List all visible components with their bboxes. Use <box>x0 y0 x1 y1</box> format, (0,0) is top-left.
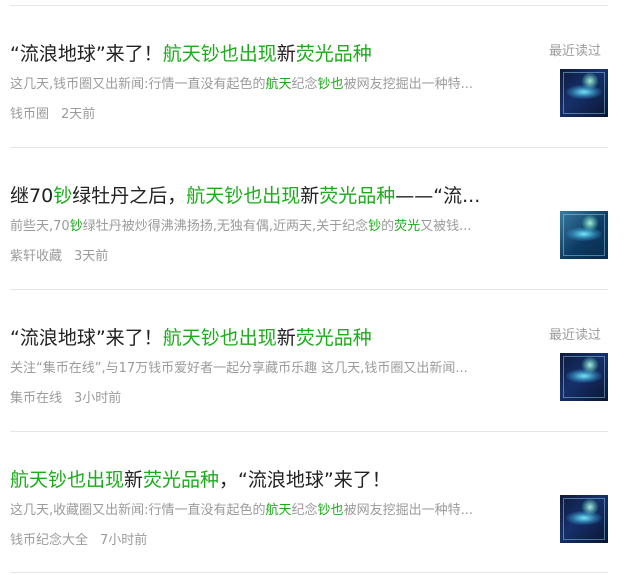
highlighted-keyword: 钞也 <box>317 503 344 518</box>
article-meta: 钱币圈 2天前 <box>10 106 95 124</box>
text-segment: 被网友挖掘出一种特... <box>343 77 473 92</box>
publish-time: 3天前 <box>74 249 109 264</box>
article-thumbnail-image[interactable] <box>560 353 608 401</box>
highlighted-keyword: 钞 <box>368 219 382 234</box>
article-item-3[interactable]: “流浪地球”来了！航天钞也出现新荧光品种 最近读过 关注“集币在线”,与17万钱… <box>0 289 636 429</box>
highlighted-keyword: 荧光品种 <box>319 185 396 207</box>
highlighted-keyword: 航天 <box>265 77 292 92</box>
text-segment: 新 <box>276 327 296 349</box>
highlighted-keyword: 航天钞也出现 <box>186 185 301 207</box>
publish-time: 2天前 <box>61 107 96 122</box>
highlighted-keyword: 钞 <box>53 185 73 207</box>
source-name: 集币在线 <box>10 391 63 406</box>
article-title[interactable]: “流浪地球”来了！航天钞也出现新荧光品种 <box>10 39 530 69</box>
highlighted-keyword: 航天钞也出现 <box>10 469 125 491</box>
divider <box>10 572 608 573</box>
article-title[interactable]: “流浪地球”来了！航天钞也出现新荧光品种 <box>10 323 530 353</box>
recently-read-label: 最近读过 <box>549 44 602 59</box>
article-title[interactable]: 航天钞也出现新荧光品种，“流浪地球”来了！ <box>10 465 530 495</box>
text-segment: ，“流浪地球”来了！ <box>219 469 391 491</box>
text-segment: 绿牡丹之后， <box>72 185 187 207</box>
highlighted-keyword: 航天 <box>265 503 292 518</box>
text-segment: 关注“集币在线”,与17万钱币爱好者一起分享藏币乐趣 这几天,钱币圈又出新闻..… <box>10 361 468 376</box>
text-segment: “流浪地球”来了！ <box>10 43 163 65</box>
search-results-list: “流浪地球”来了！航天钞也出现新荧光品种 最近读过 这几天,钱币圈又出新闻:行情… <box>0 0 636 575</box>
text-segment: 纪念 <box>291 503 318 518</box>
text-segment: 继70 <box>10 185 54 207</box>
article-thumbnail-image[interactable] <box>560 211 608 259</box>
article-snippet: 这几天,钱币圈又出新闻:行情一直没有起色的航天纪念钞也被网友挖掘出一种特... <box>10 75 542 95</box>
publish-time: 3小时前 <box>74 391 122 406</box>
source-name: 钱币圈 <box>10 107 50 122</box>
highlighted-keyword: 荧光品种 <box>143 469 220 491</box>
article-item-4[interactable]: 航天钞也出现新荧光品种，“流浪地球”来了！ 这几天,收藏圈又出新闻:行情一直没有… <box>0 431 636 571</box>
highlighted-keyword: 钞 <box>69 219 83 234</box>
recently-read-label: 最近读过 <box>549 328 602 343</box>
article-item-1[interactable]: “流浪地球”来了！航天钞也出现新荧光品种 最近读过 这几天,钱币圈又出新闻:行情… <box>0 5 636 145</box>
highlighted-keyword: 航天钞也出现 <box>162 327 277 349</box>
text-segment: 绿牡丹被炒得沸沸扬扬,无独有偶,近两天,关于纪念 <box>82 219 369 234</box>
article-snippet: 关注“集币在线”,与17万钱币爱好者一起分享藏币乐趣 这几天,钱币圈又出新闻..… <box>10 359 542 379</box>
article-title[interactable]: 继70钞绿牡丹之后，航天钞也出现新荧光品种——“流... <box>10 181 530 211</box>
article-thumbnail-image[interactable] <box>560 69 608 117</box>
text-segment: 新 <box>300 185 320 207</box>
text-segment: “流浪地球”来了！ <box>10 327 163 349</box>
text-segment: 前些天,70 <box>10 219 70 234</box>
article-meta: 钱币纪念大全 7小时前 <box>10 532 147 550</box>
publish-time: 7小时前 <box>100 533 148 548</box>
article-meta: 紫轩收藏 3天前 <box>10 248 108 266</box>
source-name: 紫轩收藏 <box>10 249 63 264</box>
text-segment: 这几天,钱币圈又出新闻:行情一直没有起色的 <box>10 77 266 92</box>
text-segment: 新 <box>276 43 296 65</box>
highlighted-keyword: 荧光品种 <box>295 327 372 349</box>
text-segment: ——“流... <box>395 185 481 207</box>
article-snippet: 这几天,收藏圈又出新闻:行情一直没有起色的航天纪念钞也被网友挖掘出一种特... <box>10 501 542 521</box>
article-meta: 集币在线 3小时前 <box>10 390 121 408</box>
highlighted-keyword: 荧光 <box>394 219 421 234</box>
highlighted-keyword: 钞也 <box>317 77 344 92</box>
article-item-2[interactable]: 继70钞绿牡丹之后，航天钞也出现新荧光品种——“流... 前些天,70钞绿牡丹被… <box>0 147 636 287</box>
text-segment: 被网友挖掘出一种特... <box>343 503 473 518</box>
text-segment: 的 <box>381 219 395 234</box>
highlighted-keyword: 荧光品种 <box>295 43 372 65</box>
article-snippet: 前些天,70钞绿牡丹被炒得沸沸扬扬,无独有偶,近两天,关于纪念钞的荧光又被钱..… <box>10 217 542 237</box>
text-segment: 纪念 <box>291 77 318 92</box>
source-name: 钱币纪念大全 <box>10 533 89 548</box>
text-segment: 新 <box>124 469 144 491</box>
text-segment: 又被钱... <box>420 219 472 234</box>
article-thumbnail-image[interactable] <box>560 495 608 543</box>
highlighted-keyword: 航天钞也出现 <box>162 43 277 65</box>
text-segment: 这几天,收藏圈又出新闻:行情一直没有起色的 <box>10 503 266 518</box>
